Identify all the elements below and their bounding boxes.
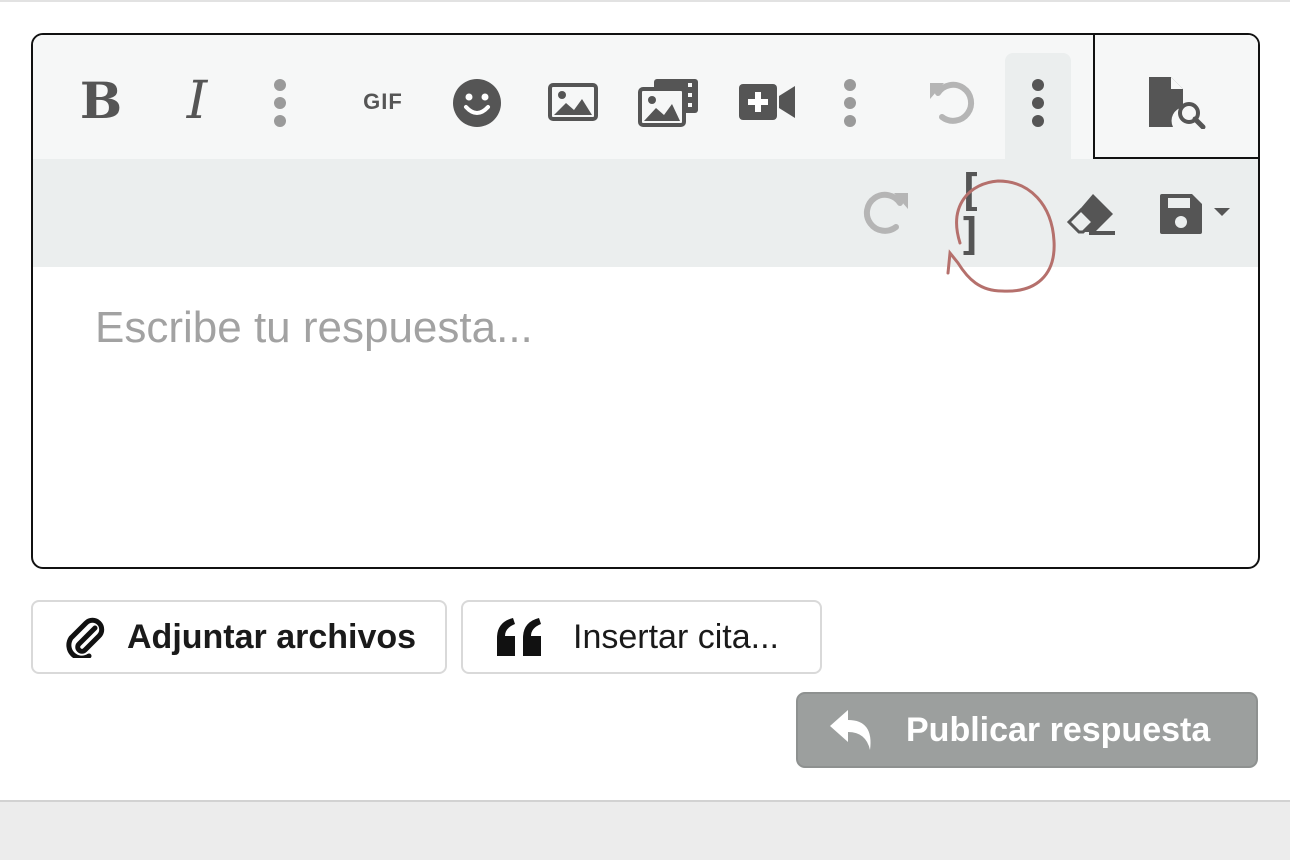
preview-button[interactable] — [1143, 75, 1209, 131]
eraser-icon — [1066, 194, 1115, 235]
smiley-icon — [453, 79, 501, 127]
bold-button[interactable]: B — [75, 75, 127, 127]
remove-format-button[interactable] — [1061, 187, 1121, 241]
insert-quote-button[interactable]: Insertar cita... — [461, 600, 822, 674]
publish-reply-button[interactable]: Publicar respuesta — [796, 692, 1258, 768]
redo-icon — [863, 191, 908, 234]
redo-button[interactable] — [857, 185, 913, 241]
reply-textarea[interactable]: Escribe tu respuesta... — [95, 303, 533, 353]
bottom-bar — [0, 800, 1290, 860]
reply-placeholder: Escribe tu respuesta... — [95, 303, 533, 352]
emoji-button[interactable] — [451, 77, 503, 129]
drafts-dropdown-button[interactable] — [1155, 187, 1235, 241]
bold-icon: B — [79, 71, 123, 130]
undo-button[interactable] — [925, 77, 981, 129]
undo-icon — [930, 81, 975, 124]
insert-quote-label: Insertar cita... — [573, 617, 779, 656]
italic-button[interactable]: I — [171, 75, 223, 127]
more-insert-options-button[interactable] — [835, 75, 865, 131]
vertical-ellipsis-icon — [844, 79, 856, 127]
media-gallery-icon — [638, 79, 698, 127]
image-button[interactable] — [547, 79, 599, 125]
reply-editor: B I GIF [] Escribe tu respuesta... — [31, 33, 1260, 569]
attach-files-button[interactable]: Adjuntar archivos — [31, 600, 447, 674]
paperclip-icon — [66, 617, 105, 658]
more-options-button[interactable] — [1023, 75, 1053, 131]
brackets-icon: [ ] — [957, 165, 984, 260]
attach-files-label: Adjuntar archivos — [127, 617, 417, 656]
gif-icon: GIF — [363, 89, 403, 114]
file-preview-icon — [1149, 77, 1206, 129]
media-gallery-button[interactable] — [637, 75, 701, 129]
vertical-ellipsis-icon — [1032, 79, 1044, 127]
top-divider — [0, 0, 1290, 2]
more-text-options-button[interactable] — [265, 75, 295, 131]
image-icon — [548, 83, 598, 121]
vertical-ellipsis-icon — [274, 79, 286, 127]
reply-arrow-icon — [830, 710, 871, 750]
save-dropdown-icon — [1160, 194, 1230, 234]
video-plus-icon — [739, 84, 795, 120]
gif-button[interactable]: GIF — [353, 79, 413, 125]
italic-icon: I — [186, 71, 208, 131]
quote-icon — [497, 618, 541, 656]
bbcode-button[interactable]: [ ] — [957, 169, 1021, 257]
publish-reply-label: Publicar respuesta — [906, 710, 1211, 749]
video-button[interactable] — [737, 79, 797, 125]
